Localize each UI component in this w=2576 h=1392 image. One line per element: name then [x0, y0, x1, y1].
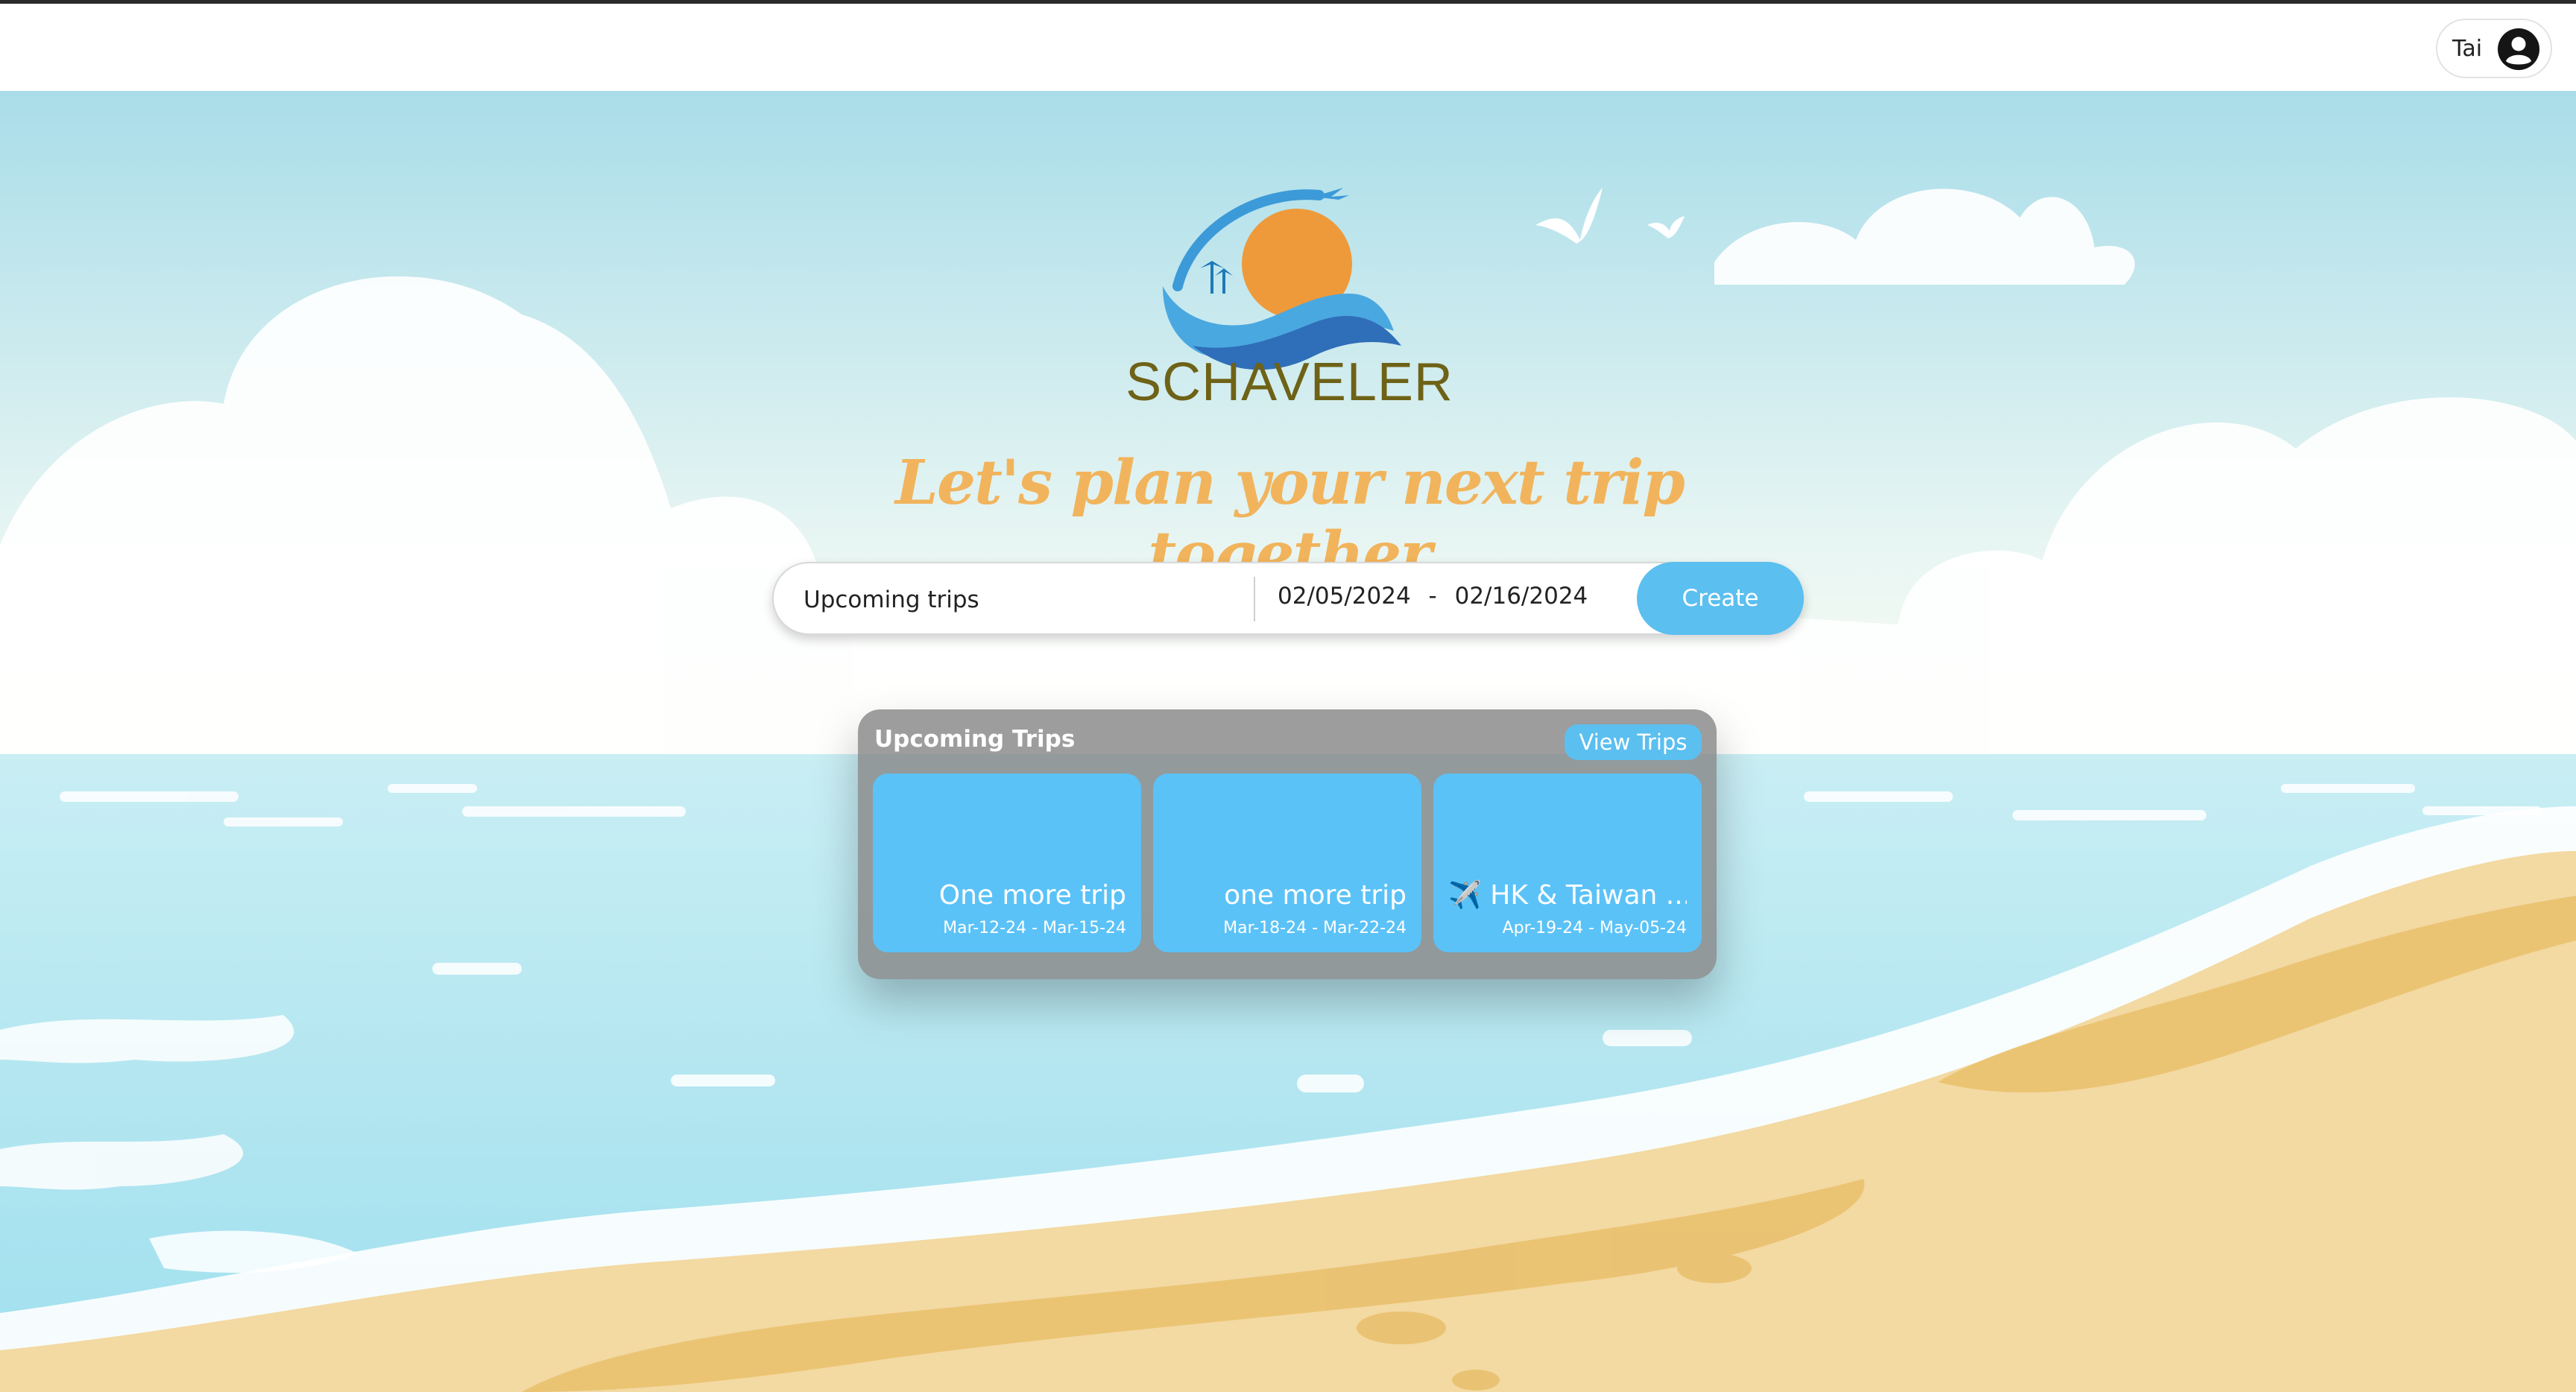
view-trips-button[interactable]: View Trips [1565, 724, 1702, 760]
trip-create-bar: 02/05/2024 - 02/16/2024 Create [772, 562, 1804, 635]
user-menu-button[interactable]: Tai [2436, 19, 2552, 78]
start-date[interactable]: 02/05/2024 [1278, 583, 1411, 610]
trip-card[interactable]: one more trip Mar-18-24 - Mar-22-24 [1153, 773, 1421, 952]
trip-card-name: ✈️ HK & Taiwan ... [1448, 880, 1687, 911]
create-trip-button[interactable]: Create [1637, 562, 1804, 635]
trip-card-dates: Apr-19-24 - May-05-24 [1502, 919, 1687, 937]
end-date[interactable]: 02/16/2024 [1455, 583, 1588, 610]
user-circle-icon [2498, 28, 2539, 70]
brand-name: SCHAVELER [1126, 352, 1453, 412]
trip-card-dates: Mar-12-24 - Mar-15-24 [943, 919, 1126, 937]
trip-card-name: one more trip [1224, 880, 1407, 911]
trip-card-name: One more trip [938, 880, 1126, 911]
date-separator: - [1428, 583, 1437, 610]
search-divider [1254, 577, 1255, 621]
upcoming-trips-title: Upcoming Trips [874, 726, 1076, 753]
trip-cards: One more trip Mar-12-24 - Mar-15-24 one … [873, 773, 1702, 952]
trip-name-input[interactable] [802, 580, 1237, 620]
upcoming-trips-panel: Upcoming Trips View Trips One more trip … [858, 709, 1717, 979]
trip-card[interactable]: ✈️ HK & Taiwan ... Apr-19-24 - May-05-24 [1433, 773, 1702, 952]
trip-card[interactable]: One more trip Mar-12-24 - Mar-15-24 [873, 773, 1141, 952]
top-navbar: Tai [0, 4, 2576, 92]
trip-card-dates: Mar-18-24 - Mar-22-24 [1223, 919, 1407, 937]
user-name: Tai [2452, 35, 2483, 62]
date-range-picker[interactable]: 02/05/2024 - 02/16/2024 [1278, 583, 1588, 610]
